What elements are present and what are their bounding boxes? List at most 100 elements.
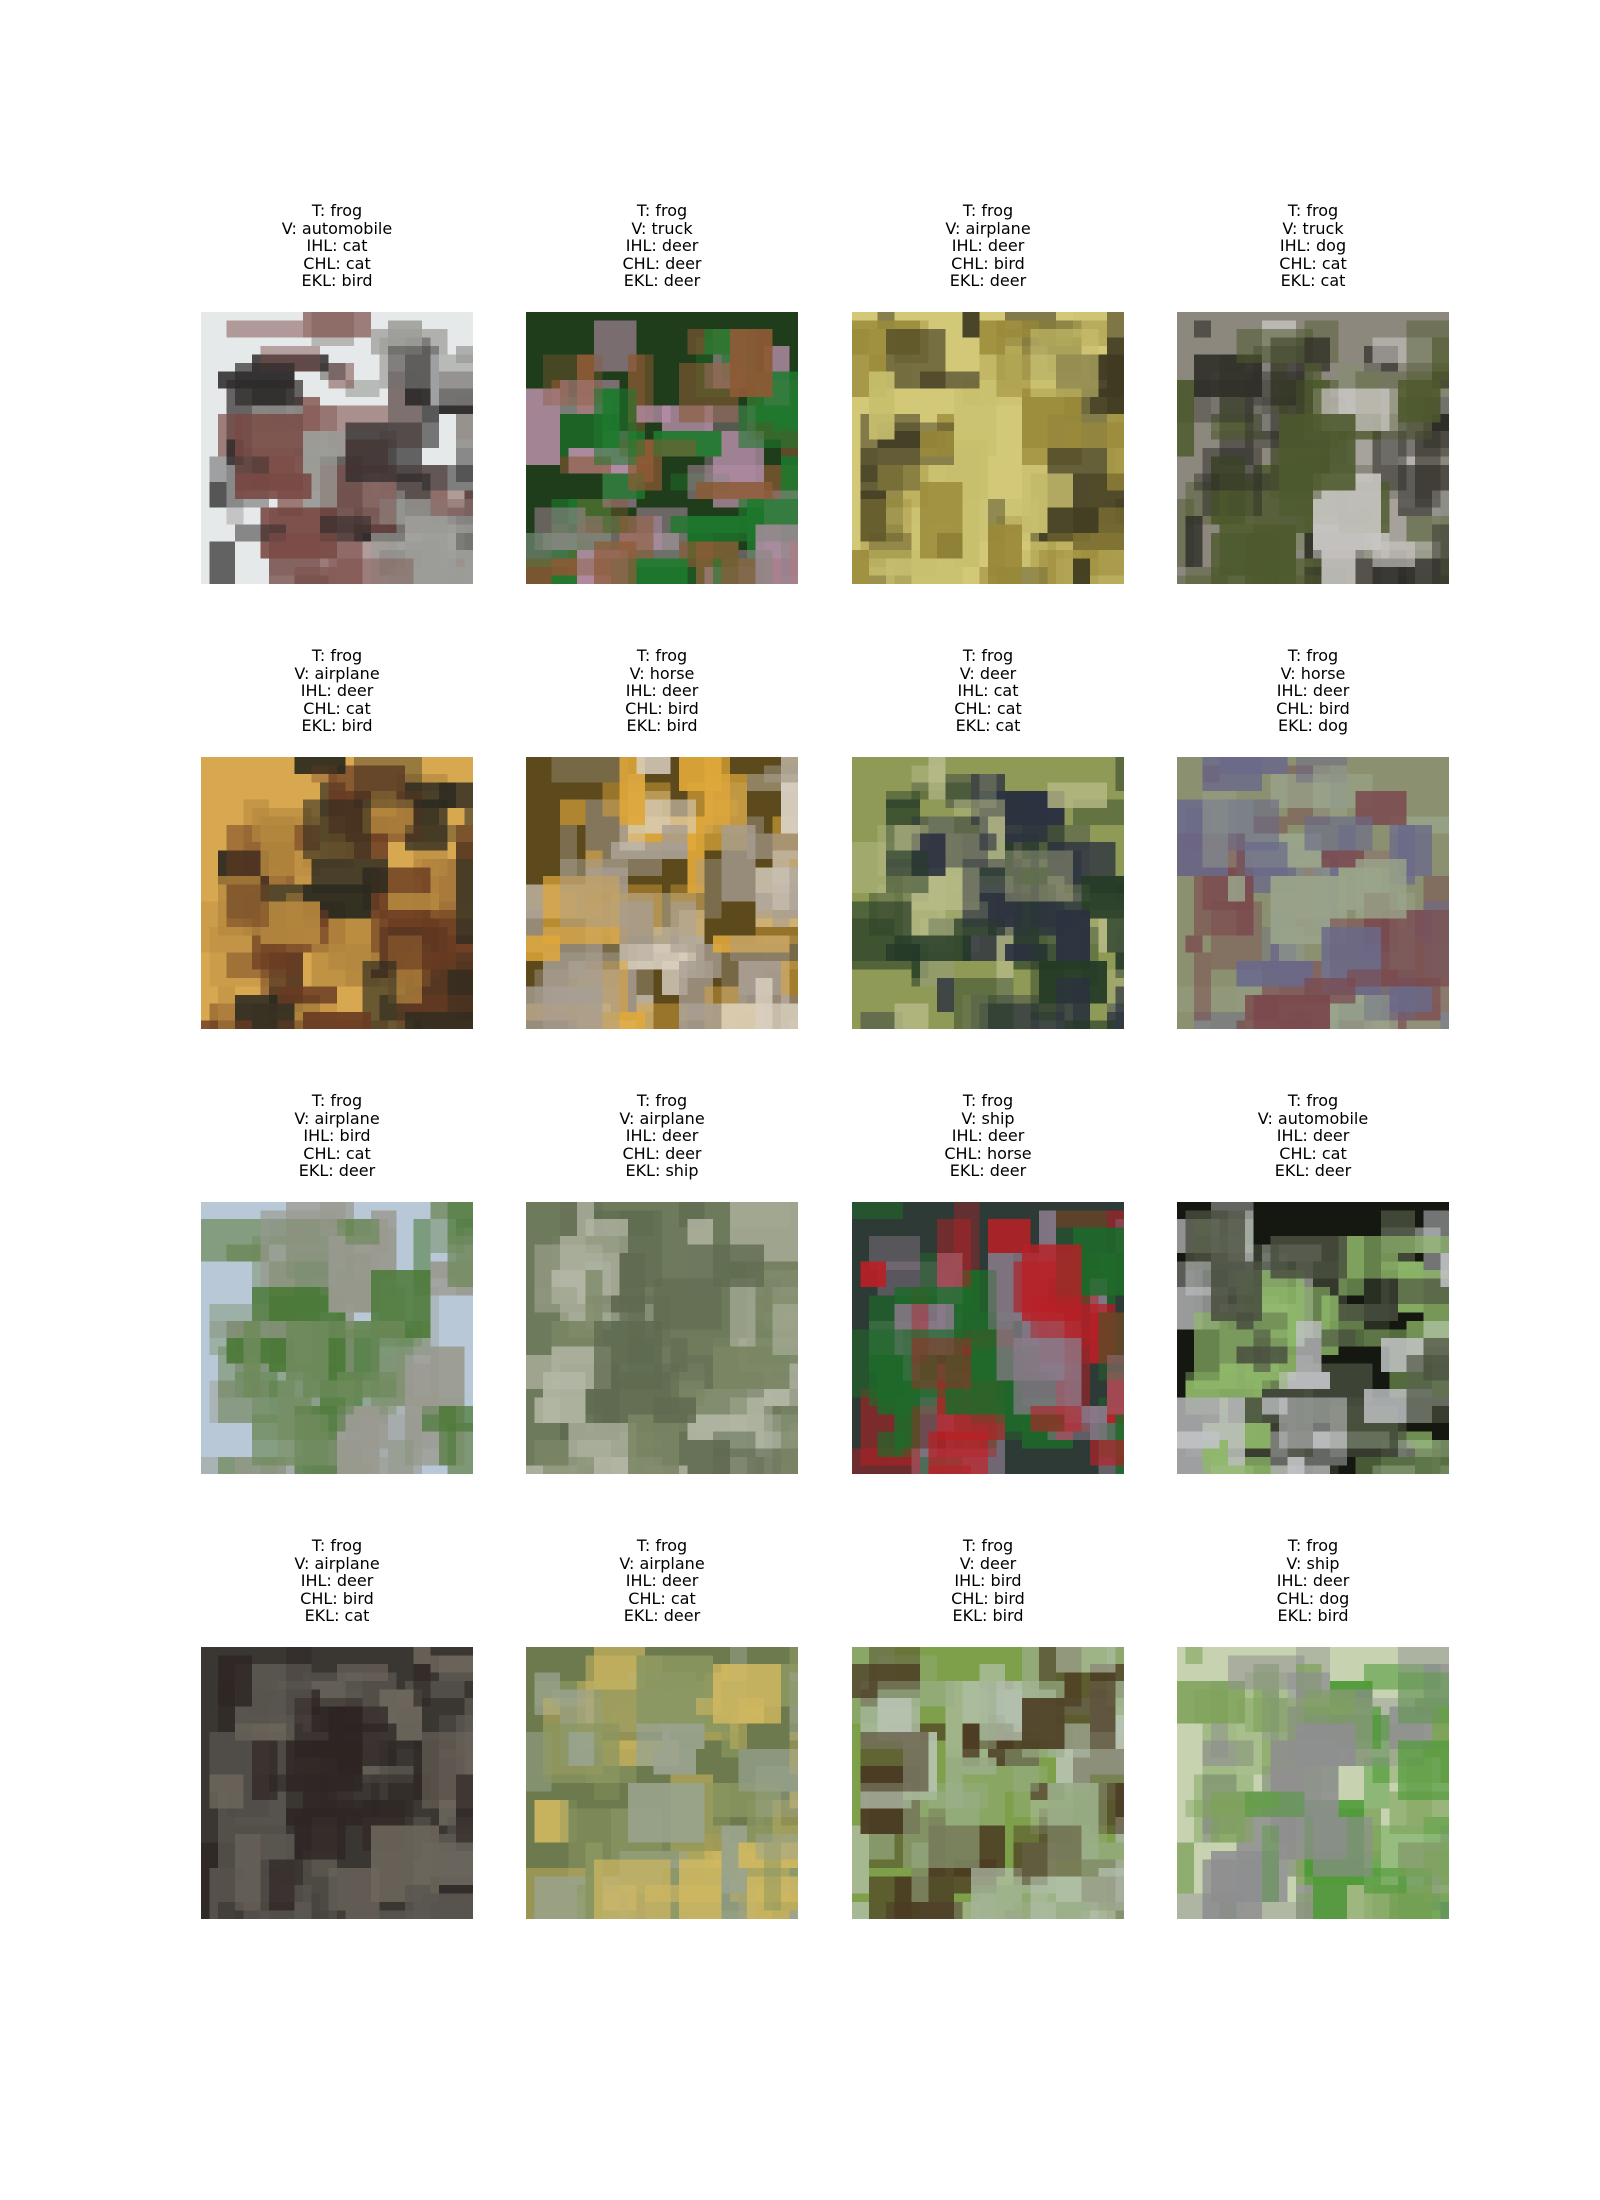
panel-caption: T: frog V: airplane IHL: deer CHL: cat EKL: … — [201, 647, 473, 735]
true-label: T: frog — [962, 201, 1014, 220]
v-label: V: airplane — [294, 1553, 380, 1573]
panel: T: frog V: truck IHL: dog CHL: cat EKL: cat — [1177, 202, 1449, 584]
true-label: T: frog — [1287, 1536, 1339, 1555]
panel-caption: T: frog V: airplane IHL: bird CHL: cat EKL: … — [201, 1092, 473, 1180]
thumbnail-image — [201, 312, 473, 584]
ihl-label: IHL: deer — [300, 1571, 374, 1591]
panel-caption: T: frog V: airplane IHL: deer CHL: cat EKL: … — [526, 1537, 798, 1625]
true-label: T: frog — [962, 1091, 1014, 1110]
v-label: V: horse — [629, 663, 695, 683]
panel: T: frog V: airplane IHL: deer CHL: bird EKL:… — [201, 1537, 473, 1919]
ihl-label: IHL: bird — [303, 1126, 371, 1146]
panel: T: frog V: airplane IHL: deer CHL: deer EKL:… — [526, 1092, 798, 1474]
panel-caption: T: frog V: truck IHL: deer CHL: deer EKL: de… — [526, 202, 798, 290]
chl-label: CHL: bird — [625, 698, 699, 718]
panel: T: frog V: airplane IHL: bird CHL: cat EKL: … — [201, 1092, 473, 1474]
panel: T: frog V: truck IHL: deer CHL: deer EKL: de… — [526, 202, 798, 584]
pixel-image — [201, 312, 473, 584]
ihl-label: IHL: dog — [1279, 236, 1347, 256]
v-label: V: automobile — [281, 218, 393, 238]
ihl-label: IHL: cat — [306, 236, 368, 256]
pixel-image — [526, 757, 798, 1029]
ekl-label: EKL: bird — [626, 716, 698, 736]
ihl-label: IHL: deer — [1276, 1126, 1350, 1146]
ekl-label: EKL: ship — [625, 1161, 699, 1181]
pixel-image — [526, 1647, 798, 1919]
v-label: V: ship — [1286, 1553, 1340, 1573]
panel-caption: T: frog V: airplane IHL: deer CHL: bird EKL:… — [852, 202, 1124, 290]
chl-label: CHL: cat — [1279, 253, 1347, 273]
thumbnail-image — [526, 1202, 798, 1474]
ekl-label: EKL: deer — [1274, 1161, 1352, 1181]
true-label: T: frog — [636, 1091, 688, 1110]
panel: T: frog V: horse IHL: deer CHL: bird EKL: do… — [1177, 647, 1449, 1029]
v-label: V: deer — [959, 663, 1017, 683]
pixel-image — [201, 757, 473, 1029]
chl-label: CHL: cat — [954, 698, 1022, 718]
true-label: T: frog — [311, 201, 363, 220]
ihl-label: IHL: bird — [954, 1571, 1022, 1591]
panel: T: frog V: airplane IHL: deer CHL: cat EKL: … — [201, 647, 473, 1029]
ihl-label: IHL: deer — [625, 1126, 699, 1146]
ekl-label: EKL: cat — [1280, 271, 1346, 291]
panel-caption: T: frog V: automobile IHL: cat CHL: cat EKL:… — [201, 202, 473, 290]
pixel-image — [852, 312, 1124, 584]
pixel-image — [852, 1647, 1124, 1919]
ihl-label: IHL: deer — [1276, 1571, 1350, 1591]
panel: T: frog V: deer IHL: cat CHL: cat EKL: cat — [852, 647, 1124, 1029]
panel: T: frog V: ship IHL: deer CHL: dog EKL: bird — [1177, 1537, 1449, 1919]
thumbnail-image — [201, 1202, 473, 1474]
ekl-label: EKL: bird — [1277, 1606, 1349, 1626]
thumbnail-image — [201, 1647, 473, 1919]
thumbnail-image — [852, 312, 1124, 584]
v-label: V: truck — [631, 218, 693, 238]
ekl-label: EKL: bird — [301, 271, 373, 291]
chl-label: CHL: horse — [944, 1143, 1032, 1163]
ihl-label: IHL: deer — [951, 236, 1025, 256]
pixel-image — [852, 757, 1124, 1029]
ekl-label: EKL: deer — [623, 1606, 701, 1626]
true-label: T: frog — [311, 1536, 363, 1555]
ihl-label: IHL: deer — [625, 1571, 699, 1591]
chl-label: CHL: bird — [951, 253, 1025, 273]
panel: T: frog V: airplane IHL: deer CHL: bird EKL:… — [852, 202, 1124, 584]
ekl-label: EKL: deer — [623, 271, 701, 291]
pixel-image — [526, 1202, 798, 1474]
ihl-label: IHL: deer — [1276, 681, 1350, 701]
thumbnail-image — [1177, 1647, 1449, 1919]
thumbnail-image — [201, 757, 473, 1029]
panel: T: frog V: ship IHL: deer CHL: horse EKL: de… — [852, 1092, 1124, 1474]
chl-label: CHL: cat — [303, 253, 371, 273]
panel-caption: T: frog V: horse IHL: deer CHL: bird EKL: bi… — [526, 647, 798, 735]
thumbnail-image — [1177, 757, 1449, 1029]
v-label: V: airplane — [294, 1108, 380, 1128]
ekl-label: EKL: dog — [1277, 716, 1349, 736]
thumbnail-image — [526, 1647, 798, 1919]
true-label: T: frog — [311, 646, 363, 665]
panel-caption: T: frog V: truck IHL: dog CHL: cat EKL: cat — [1177, 202, 1449, 290]
v-label: V: truck — [1282, 218, 1344, 238]
v-label: V: airplane — [619, 1108, 705, 1128]
panel: T: frog V: automobile IHL: deer CHL: cat EKL… — [1177, 1092, 1449, 1474]
v-label: V: horse — [1280, 663, 1346, 683]
true-label: T: frog — [311, 1091, 363, 1110]
panel: T: frog V: automobile IHL: cat CHL: cat EKL:… — [201, 202, 473, 584]
thumbnail-image — [852, 757, 1124, 1029]
pixel-image — [852, 1202, 1124, 1474]
chl-label: CHL: dog — [1276, 1588, 1350, 1608]
panel-caption: T: frog V: ship IHL: deer CHL: horse EKL: de… — [852, 1092, 1124, 1180]
thumbnail-image — [852, 1647, 1124, 1919]
panel-caption: T: frog V: airplane IHL: deer CHL: deer EKL:… — [526, 1092, 798, 1180]
v-label: V: airplane — [945, 218, 1031, 238]
chl-label: CHL: deer — [622, 1143, 702, 1163]
chl-label: CHL: cat — [1279, 1143, 1347, 1163]
thumbnail-image — [1177, 312, 1449, 584]
v-label: V: ship — [961, 1108, 1015, 1128]
pixel-image — [1177, 312, 1449, 584]
v-label: V: deer — [959, 1553, 1017, 1573]
chl-label: CHL: bird — [300, 1588, 374, 1608]
true-label: T: frog — [636, 201, 688, 220]
v-label: V: automobile — [1257, 1108, 1369, 1128]
ekl-label: EKL: cat — [955, 716, 1021, 736]
chl-label: CHL: bird — [1276, 698, 1350, 718]
